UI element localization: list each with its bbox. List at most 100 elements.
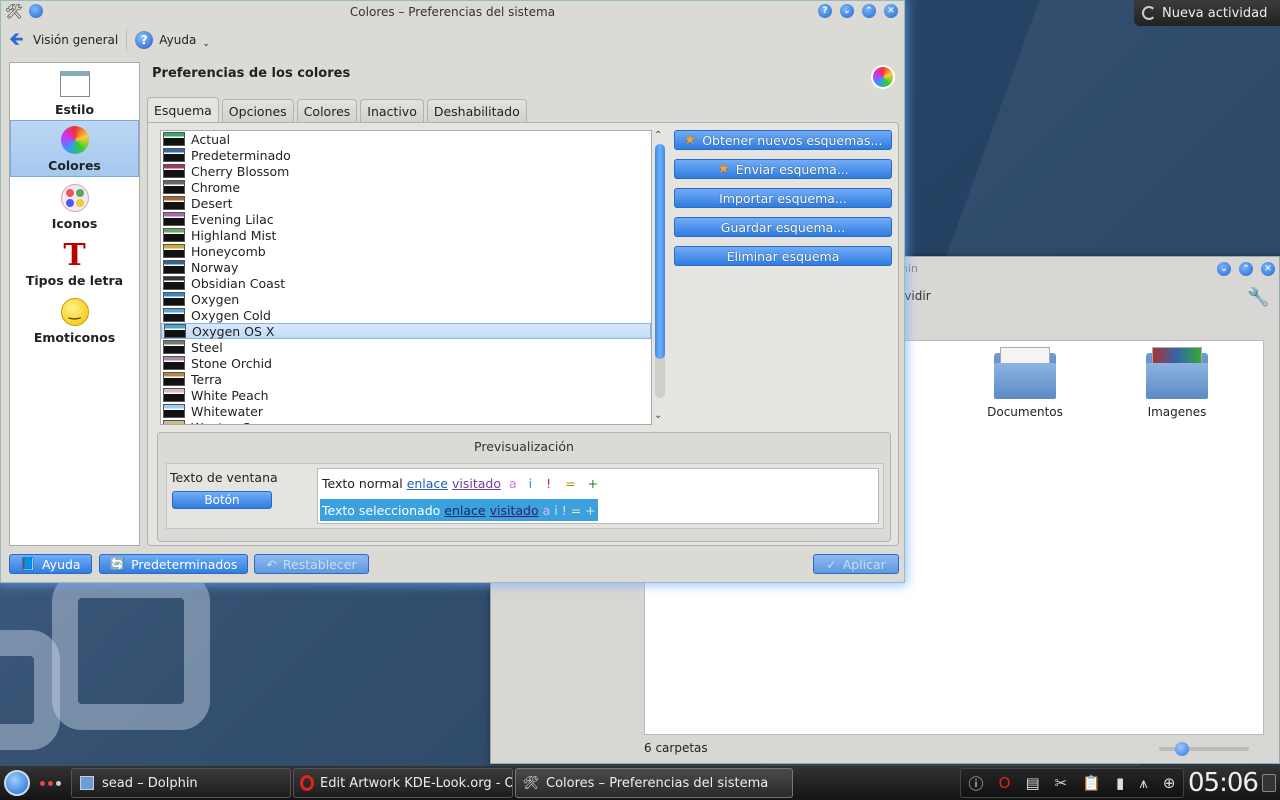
scheme-item[interactable]: Actual (161, 131, 651, 147)
scheme-label: White Peach (191, 387, 269, 403)
delete-scheme-button[interactable]: Eliminar esquema (674, 246, 892, 266)
sidebar-item-estilo[interactable]: Estilo (10, 63, 139, 120)
scheme-item[interactable]: Chrome (161, 179, 651, 195)
battery-icon[interactable]: ▮ (1116, 774, 1124, 792)
scheme-item[interactable]: Wonton Soup (161, 419, 651, 424)
scheme-item[interactable]: Oxygen (161, 291, 651, 307)
get-new-schemes-button[interactable]: ★ Obtener nuevos esquemas... (674, 130, 892, 150)
scheme-item[interactable]: Desert (161, 195, 651, 211)
scheme-item[interactable]: Obsidian Coast (161, 275, 651, 291)
info-icon[interactable]: ⓘ (969, 773, 984, 794)
help-button[interactable]: 📘 Ayuda (9, 554, 92, 574)
star-icon: ★ (717, 161, 730, 177)
dolphin-maximize-button[interactable]: ⌃ (1239, 262, 1253, 276)
task-system-settings[interactable]: 🛠 Colores – Preferencias del sistema (515, 768, 793, 798)
sidebar-item-emoticonos[interactable]: ‿ Emoticonos (10, 291, 139, 348)
zoom-slider-knob[interactable] (1175, 742, 1189, 756)
defaults-button[interactable]: 🔄 Predeterminados (99, 554, 248, 574)
reset-button[interactable]: ↶ Restablecer (254, 554, 369, 574)
pager-dots[interactable] (40, 780, 61, 786)
tools-icon[interactable]: 🛠 (5, 4, 23, 20)
window-titlebar[interactable]: 🛠 Colores – Preferencias del sistema ? ⌄… (1, 1, 904, 23)
scheme-item[interactable]: Steel (161, 339, 651, 355)
tab-colores[interactable]: Colores (296, 99, 358, 123)
tab-inactivo[interactable]: Inactivo (360, 99, 424, 123)
folder-documentos[interactable]: Documentos (965, 347, 1085, 419)
scheme-item[interactable]: Norway (161, 259, 651, 275)
scheme-label: Obsidian Coast (191, 275, 286, 291)
scheme-swatch-icon (163, 292, 185, 306)
tab-deshabilitado[interactable]: Deshabilitado (426, 99, 527, 123)
task-dolphin[interactable]: sead – Dolphin (71, 768, 291, 798)
zoom-slider[interactable] (1159, 742, 1249, 756)
scheme-label: Cherry Blossom (191, 163, 290, 179)
scheme-scrollbar[interactable]: ⌃ ⌄ (653, 130, 667, 425)
scheme-list[interactable]: Actual Predeterminado Cherry Blossom Chrome… (160, 130, 652, 425)
opera-tray-icon[interactable]: O (999, 774, 1011, 792)
sidebar-item-label: Colores (48, 158, 101, 173)
scheme-label: Predeterminado (191, 147, 291, 163)
folder-imagenes[interactable]: Imagenes (1117, 347, 1237, 419)
dolphin-minimize-button[interactable]: ⌄ (1217, 262, 1231, 276)
clock[interactable]: 05:06 (1188, 768, 1259, 798)
show-desktop-button[interactable] (1262, 774, 1276, 792)
scheme-label: Norway (191, 259, 239, 275)
overview-button[interactable]: 🡸 Visión general (9, 31, 118, 49)
sidebar-item-iconos[interactable]: Iconos (10, 177, 139, 234)
undo-icon: ↶ (266, 556, 277, 572)
help-title-button[interactable]: ? (818, 4, 832, 18)
main-content: Preferencias de los colores Esquema Opci… (147, 62, 899, 546)
scheme-swatch-icon (163, 404, 185, 418)
application-launcher[interactable] (0, 766, 34, 800)
scheme-label: Oxygen OS X (192, 323, 275, 339)
new-activity-button[interactable]: Nueva actividad (1134, 0, 1280, 26)
maximize-button[interactable]: ⌃ (862, 4, 876, 18)
scheme-item[interactable]: Oxygen OS X (161, 323, 651, 339)
scheme-item[interactable]: Terra (161, 371, 651, 387)
dolphin-close-button[interactable]: ✕ (1261, 262, 1275, 276)
apply-button[interactable]: ✓ Aplicar (813, 554, 899, 574)
clipboard-icon[interactable]: 📋 (1082, 774, 1101, 792)
tab-label: Colores (303, 104, 351, 119)
send-scheme-button[interactable]: ★ Enviar esquema... (674, 159, 892, 179)
sidebar-item-label: Tipos de letra (25, 273, 124, 288)
expand-tray-icon[interactable]: ⊕ (1163, 774, 1176, 792)
scroll-thumb[interactable] (655, 144, 665, 359)
help-menu-button[interactable]: ? Ayuda ⌄ (135, 31, 210, 49)
archive-icon[interactable]: ▤ (1025, 774, 1039, 792)
import-scheme-button[interactable]: Importar esquema... (674, 188, 892, 208)
scheme-item[interactable]: Evening Lilac (161, 211, 651, 227)
minimize-button[interactable]: ⌄ (840, 4, 854, 18)
save-scheme-button[interactable]: Guardar esquema... (674, 217, 892, 237)
tab-esquema[interactable]: Esquema (147, 97, 219, 123)
sidebar-item-colores[interactable]: Colores (10, 120, 139, 177)
close-button[interactable]: ✕ (884, 4, 898, 18)
scheme-swatch-icon (163, 164, 185, 178)
scroll-up-icon[interactable]: ⌃ (654, 130, 662, 141)
dolphin-split-label[interactable]: ividir (901, 289, 931, 303)
scheme-label: Whitewater (191, 403, 263, 419)
preview-window-text: Texto de ventana (170, 470, 278, 485)
sidebar-item-tipos-de-letra[interactable]: T Tipos de letra (10, 234, 139, 291)
scroll-down-icon[interactable]: ⌄ (654, 410, 662, 421)
scheme-item[interactable]: Stone Orchid (161, 355, 651, 371)
scheme-item[interactable]: Whitewater (161, 403, 651, 419)
scheme-item[interactable]: Oxygen Cold (161, 307, 651, 323)
scheme-item[interactable]: White Peach (161, 387, 651, 403)
check-icon: ✓ (826, 556, 837, 572)
tab-opciones[interactable]: Opciones (221, 99, 294, 123)
opera-icon (300, 774, 314, 792)
help-icon: ? (135, 31, 154, 49)
style-icon (59, 68, 91, 100)
scheme-item[interactable]: Honeycomb (161, 243, 651, 259)
scheme-item[interactable]: Highland Mist (161, 227, 651, 243)
window-menu-button[interactable] (28, 4, 43, 18)
scheme-item[interactable]: Predeterminado (161, 147, 651, 163)
colors-icon (59, 124, 91, 156)
dolphin-settings-icon[interactable]: 🔧 (1247, 287, 1269, 308)
scissors-icon[interactable]: ✂ (1055, 774, 1068, 792)
preview-panel: Previsualización Texto de ventana Botón … (157, 432, 891, 542)
task-opera[interactable]: Edit Artwork KDE-Look.org - Opera (293, 768, 513, 798)
network-icon[interactable]: ⩚ (1139, 774, 1147, 792)
scheme-item[interactable]: Cherry Blossom (161, 163, 651, 179)
